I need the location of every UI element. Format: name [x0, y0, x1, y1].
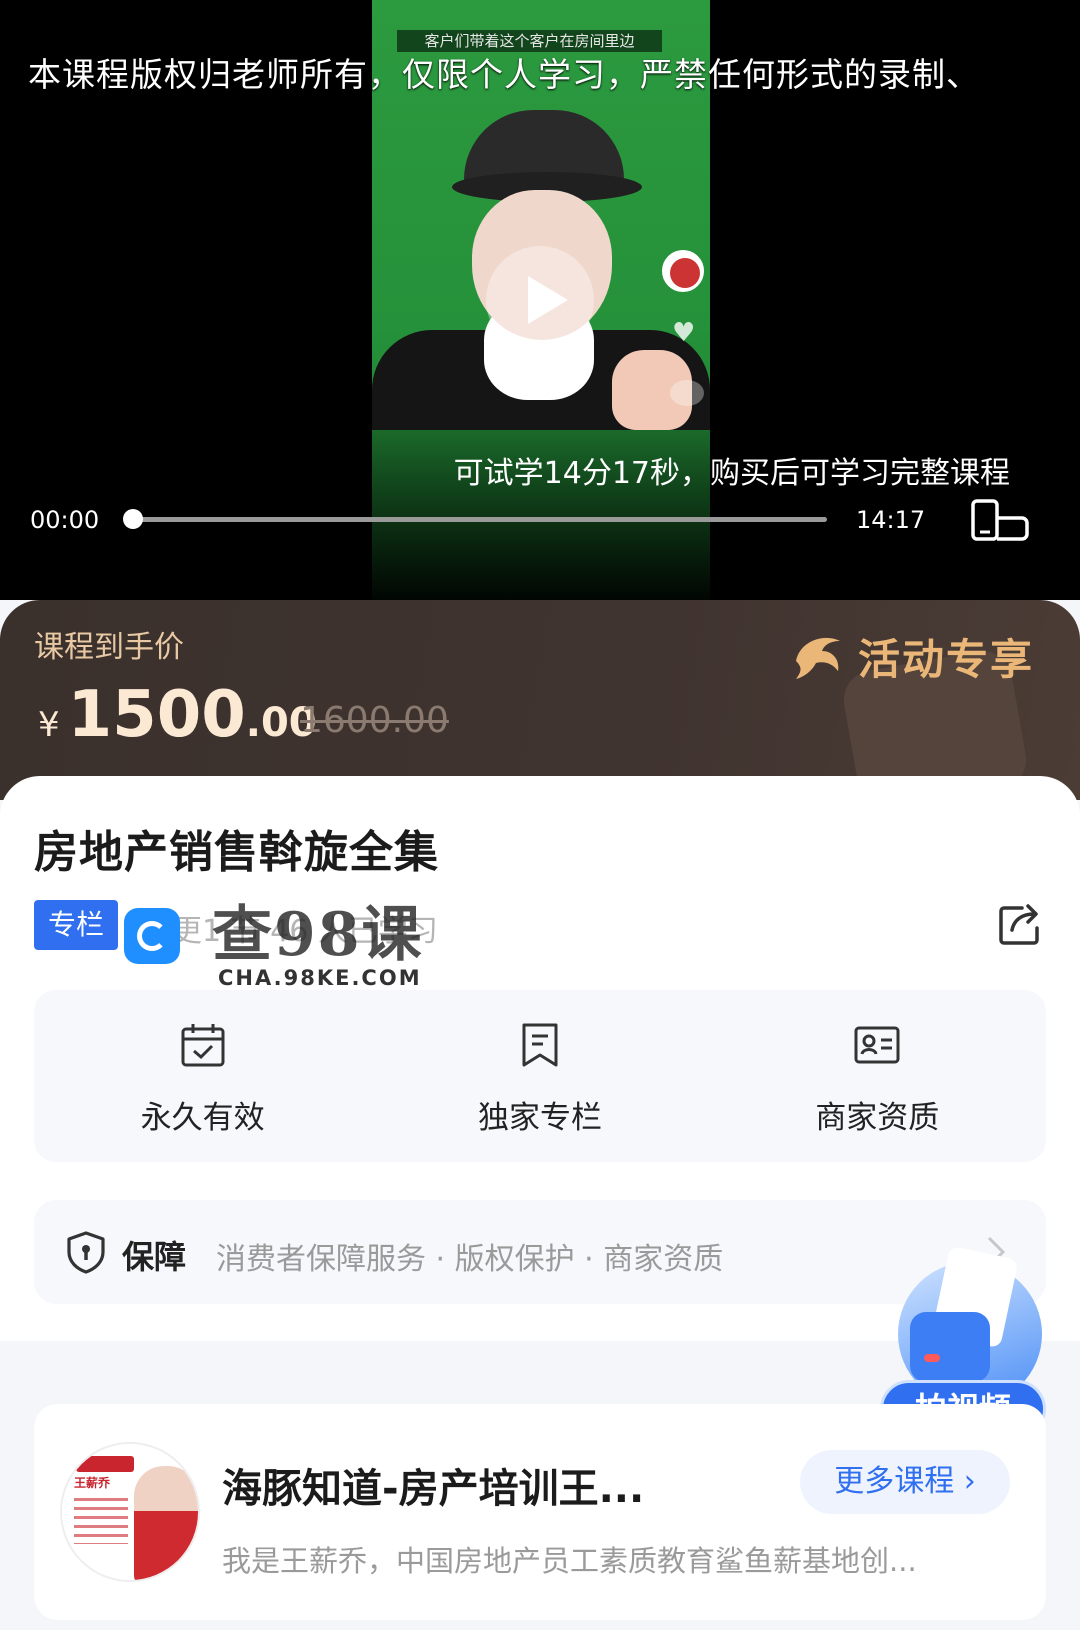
calendar-check-icon	[181, 1024, 225, 1067]
watermark-text: 查98课	[212, 900, 424, 970]
teacher-card[interactable]: 王薪乔 海豚知道-房产培训王... 更多课程 › 我是王薪乔，中国房地产员工素质…	[34, 1404, 1046, 1620]
course-title: 房地产销售斡旋全集	[34, 827, 439, 878]
feature-list: 永久有效 独家专栏 商家资质	[34, 990, 1046, 1162]
bag-icon	[910, 1312, 990, 1382]
guarantee-text: 消费者保障服务 · 版权保护 · 商家资质	[216, 1242, 724, 1277]
current-time: 00:00	[30, 506, 100, 534]
video-side-avatar	[662, 250, 704, 292]
activity-tag: 活动专享	[790, 626, 1034, 687]
current-price: ¥1500.00	[38, 678, 317, 752]
dolphin-icon	[796, 637, 840, 679]
shield-icon	[67, 1231, 105, 1274]
video-player[interactable]: 客户们带着这个客户在房间里边 ♥ 本课程版权归老师所有，仅限个人学习，严禁任何形…	[0, 0, 1080, 600]
progress-bar[interactable]	[133, 517, 827, 522]
heart-icon: ♥	[672, 318, 696, 348]
feature-exclusive[interactable]: 独家专栏	[371, 990, 708, 1162]
price-label: 课程到手价	[34, 630, 184, 665]
total-time: 14:17	[856, 506, 926, 534]
id-card-icon	[854, 1026, 900, 1064]
column-badge: 专栏	[34, 900, 118, 950]
guarantee-title: 保障	[122, 1238, 187, 1276]
bookmark-icon	[522, 1023, 558, 1067]
feature-label: 永久有效	[140, 1100, 265, 1136]
avatar[interactable]: 王薪乔	[60, 1442, 200, 1582]
teacher-description: 我是王薪乔，中国房地产员工素质教育鲨鱼薪基地创...	[222, 1544, 917, 1578]
feature-merchant[interactable]: 商家资质	[709, 990, 1046, 1162]
more-courses-button[interactable]: 更多课程 ›	[800, 1450, 1010, 1514]
teacher-name: 海豚知道-房产培训王...	[222, 1466, 645, 1512]
comment-icon	[670, 380, 704, 406]
watermark-logo-icon	[124, 908, 180, 964]
course-info-card: 房地产销售斡旋全集 专栏 更1 节 46 人已学习 查98课 CHA.98KE.…	[0, 776, 1080, 1341]
play-button[interactable]	[486, 246, 594, 354]
progress-thumb[interactable]	[123, 509, 143, 529]
price-banner: 课程到手价 ¥1500.00 1600.00 活动专享	[0, 600, 1080, 800]
feature-label: 独家专栏	[477, 1100, 602, 1136]
feature-permanent[interactable]: 永久有效	[34, 990, 371, 1162]
rotate-screen-icon[interactable]	[970, 498, 1030, 542]
feature-label: 商家资质	[815, 1100, 940, 1136]
watermark-domain: CHA.98KE.COM	[218, 966, 422, 990]
original-price: 1600.00	[300, 700, 449, 741]
share-icon[interactable]	[996, 900, 1044, 948]
trial-notice: 可试学14分17秒，购买后可学习完整课程	[453, 456, 1010, 491]
copyright-notice: 本课程版权归老师所有，仅限个人学习，严禁任何形式的录制、	[28, 55, 980, 94]
